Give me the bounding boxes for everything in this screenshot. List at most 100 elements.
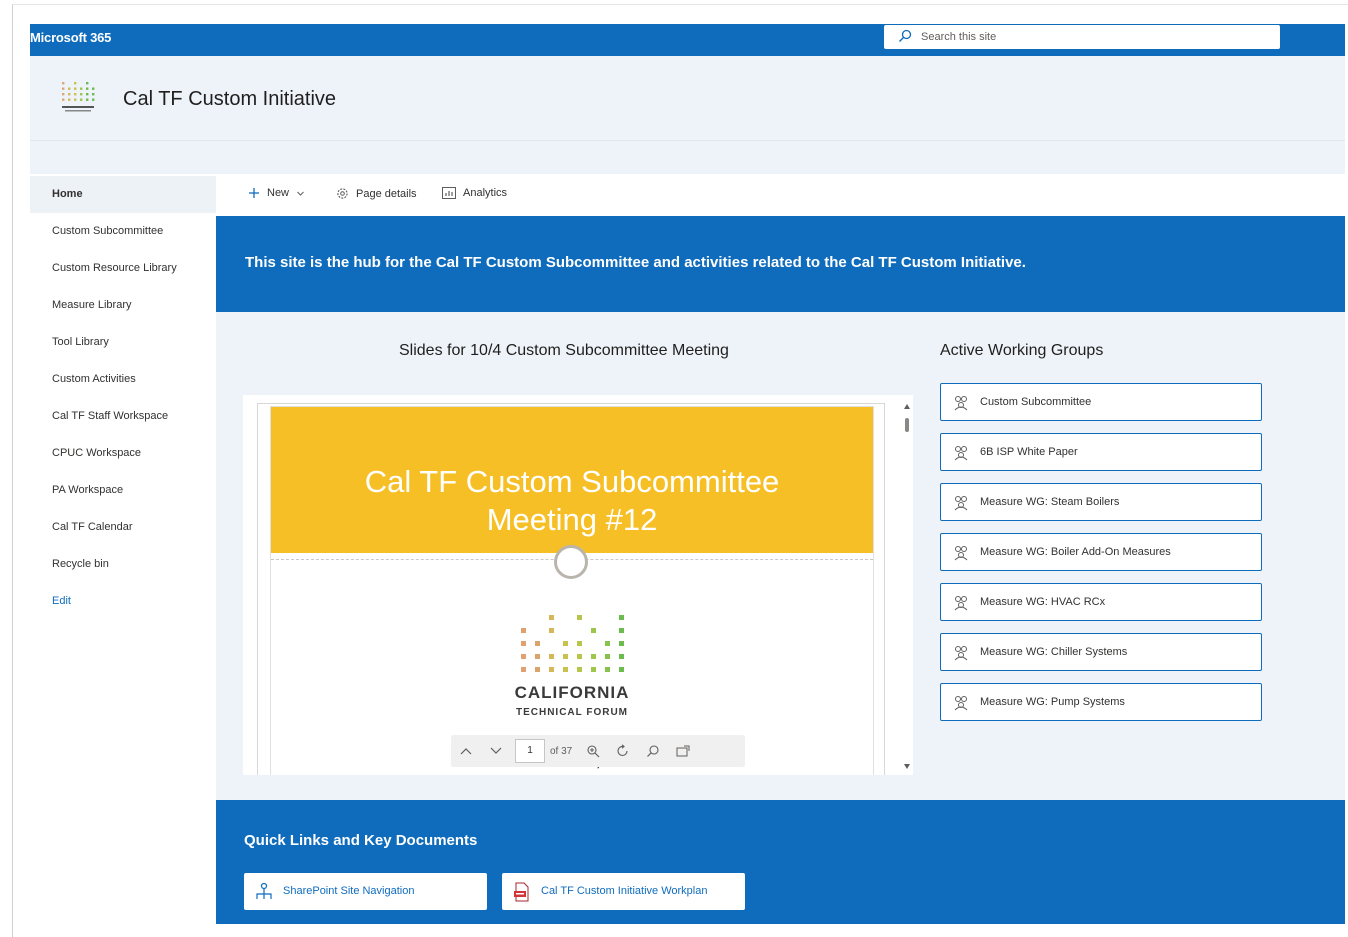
previous-page-button[interactable] <box>451 735 481 767</box>
working-group-link[interactable]: Measure WG: Chiller Systems <box>940 633 1262 671</box>
quick-link-workplan[interactable]: Cal TF Custom Initiative Workplan <box>502 873 745 910</box>
page-details-button[interactable]: Page details <box>336 187 417 200</box>
nav-edit-link[interactable]: Edit <box>30 583 216 620</box>
group-icon <box>954 496 968 511</box>
logo-dot <box>535 654 540 659</box>
gear-icon <box>337 188 348 199</box>
chevron-down-icon <box>297 191 304 196</box>
nav-item-calendar[interactable]: Cal TF Calendar <box>30 509 216 546</box>
document-viewer[interactable]: Cal TF Custom Subcommittee Meeting #12 C… <box>243 395 913 775</box>
logo-dot <box>74 98 77 101</box>
nav-item-cpuc-workspace[interactable]: CPUC Workspace <box>30 435 216 472</box>
chevron-up-icon <box>460 748 472 755</box>
working-group-link[interactable]: Custom Subcommittee <box>940 383 1262 421</box>
logo-dot <box>68 98 71 101</box>
group-icon <box>954 446 968 461</box>
nav-item-custom-activities[interactable]: Custom Activities <box>30 361 216 398</box>
hero-text: This site is the hub for the Cal TF Cust… <box>245 254 1026 271</box>
next-page-button[interactable] <box>481 735 511 767</box>
logo-dot <box>92 87 95 90</box>
logo-dot <box>535 667 540 672</box>
zoom-in-icon <box>587 745 600 758</box>
slide-title-line-2: Meeting #12 <box>486 502 658 537</box>
rotate-icon <box>617 744 628 757</box>
site-navigation-icon <box>256 882 272 899</box>
nav-item-custom-resource-library[interactable]: Custom Resource Library <box>30 250 216 287</box>
logo-dot <box>86 93 89 96</box>
fullscreen-icon <box>676 745 690 757</box>
chevron-down-icon <box>490 747 502 754</box>
logo-dot <box>605 641 610 646</box>
nav-item-staff-workspace[interactable]: Cal TF Staff Workspace <box>30 398 216 435</box>
slide-canvas: Cal TF Custom Subcommittee Meeting #12 C… <box>270 406 874 775</box>
logo-dot <box>74 82 77 85</box>
page-number-input[interactable]: 1 <box>515 739 545 763</box>
analytics-icon <box>442 187 456 199</box>
logo-dot <box>563 654 568 659</box>
main-content: Slides for 10/4 Custom Subcommittee Meet… <box>216 312 1345 800</box>
quick-link-label: SharePoint Site Navigation <box>283 885 415 897</box>
logo-dot <box>80 93 83 96</box>
quick-link-site-navigation[interactable]: SharePoint Site Navigation <box>244 873 487 910</box>
logo-dot <box>619 628 624 633</box>
viewer-scrollbar[interactable] <box>899 398 915 778</box>
logo-dot <box>619 615 624 620</box>
working-group-link[interactable]: Measure WG: HVAC RCx <box>940 583 1262 621</box>
logo-dot <box>591 654 596 659</box>
new-button-label: New <box>267 187 290 199</box>
search-icon <box>899 29 912 42</box>
logo-dot <box>86 87 89 90</box>
site-logo[interactable] <box>56 78 100 120</box>
site-header: Cal TF Custom Initiative <box>30 56 1345 174</box>
logo-dot <box>619 641 624 646</box>
logo-dot <box>605 667 610 672</box>
nav-item-recycle-bin[interactable]: Recycle bin <box>30 546 216 583</box>
app-brand[interactable]: Microsoft 365 <box>30 30 111 45</box>
logo-dot <box>92 98 95 101</box>
working-group-link[interactable]: Measure WG: Boiler Add-On Measures <box>940 533 1262 571</box>
logo-dot <box>62 82 65 85</box>
logo-dot <box>521 641 526 646</box>
logo-dot <box>577 667 582 672</box>
logo-dot <box>549 667 554 672</box>
header-divider <box>30 140 1345 141</box>
logo-dot <box>68 87 71 90</box>
zoom-in-button[interactable] <box>578 735 608 767</box>
scroll-up-arrow-icon <box>904 404 910 409</box>
logo-dot <box>605 654 610 659</box>
working-group-label: Measure WG: HVAC RCx <box>980 596 1106 608</box>
nav-item-measure-library[interactable]: Measure Library <box>30 287 216 324</box>
rotate-button[interactable] <box>608 735 638 767</box>
logo-dot <box>86 98 89 101</box>
nav-item-home[interactable]: Home <box>30 176 216 213</box>
logo-dot <box>62 87 65 90</box>
working-group-label: Custom Subcommittee <box>980 396 1092 408</box>
logo-dot <box>80 98 83 101</box>
logo-dot <box>591 667 596 672</box>
logo-dot <box>92 93 95 96</box>
nav-item-custom-subcommittee[interactable]: Custom Subcommittee <box>30 213 216 250</box>
nav-item-tool-library[interactable]: Tool Library <box>30 324 216 361</box>
command-bar: New Page details Analytics <box>216 174 1345 216</box>
slide-title: Cal TF Custom Subcommittee Meeting #12 <box>271 463 873 539</box>
analytics-button[interactable]: Analytics <box>442 187 507 199</box>
analytics-label: Analytics <box>463 187 508 199</box>
working-group-link[interactable]: 6B ISP White Paper <box>940 433 1262 471</box>
page-details-label: Page details <box>356 187 417 200</box>
logo-dot <box>577 615 582 620</box>
logo-dot <box>74 87 77 90</box>
site-title[interactable]: Cal TF Custom Initiative <box>123 88 336 111</box>
plus-icon <box>249 188 259 198</box>
new-button[interactable]: New <box>248 187 305 199</box>
working-group-link[interactable]: Measure WG: Pump Systems <box>940 683 1262 721</box>
search-input[interactable]: Search this site <box>884 25 1280 49</box>
working-group-link[interactable]: Measure WG: Steam Boilers <box>940 483 1262 521</box>
scroll-thumb <box>905 418 909 432</box>
scroll-down-arrow-icon <box>904 764 910 769</box>
working-group-label: Measure WG: Steam Boilers <box>980 496 1120 508</box>
fullscreen-button[interactable] <box>668 735 698 767</box>
nav-item-pa-workspace[interactable]: PA Workspace <box>30 472 216 509</box>
working-group-label: Measure WG: Chiller Systems <box>980 646 1128 658</box>
logo-dot <box>62 98 65 101</box>
find-button[interactable] <box>638 735 668 767</box>
